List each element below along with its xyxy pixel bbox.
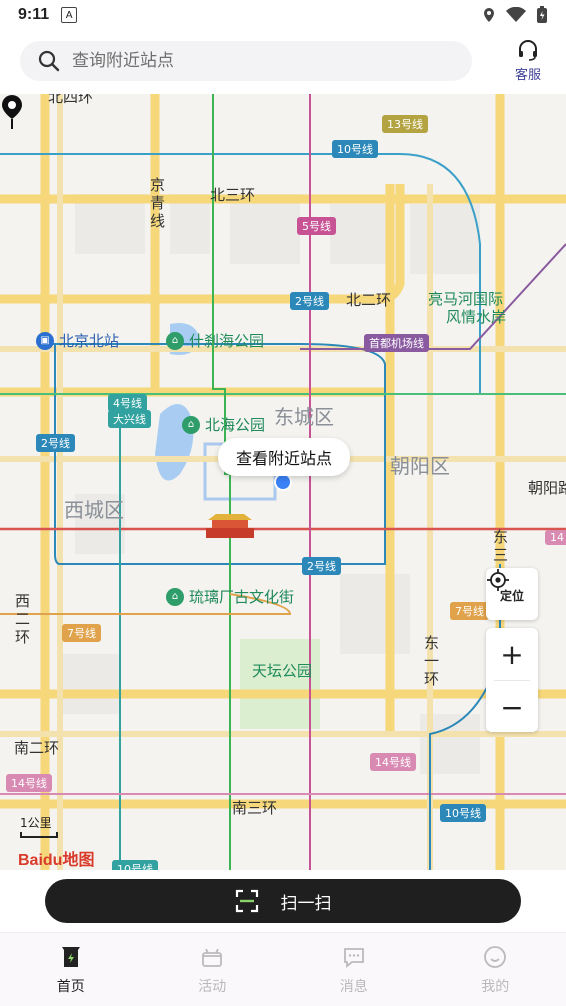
road-label: 北四环: [48, 94, 94, 106]
road-label: 南三环: [232, 799, 278, 817]
road-label: 环: [424, 670, 440, 688]
nav-label: 消息: [339, 978, 368, 995]
subway-badge: 7号线: [450, 602, 489, 620]
road-label: 朝阳路: [528, 479, 566, 497]
crosshair-icon: [487, 569, 509, 591]
district-label: 东城区: [274, 405, 334, 429]
battery-icon: [537, 6, 547, 23]
scan-button[interactable]: 扫一扫: [45, 879, 521, 923]
header: 客服: [0, 30, 566, 94]
baidu-logo: Baidu地图: [18, 852, 95, 869]
road-label: 北二环: [346, 291, 392, 309]
search-input[interactable]: [70, 50, 434, 72]
poi-label: 什刹海公园: [189, 332, 265, 350]
nav-item-home[interactable]: 首页: [0, 933, 142, 1006]
subway-badge: 13号线: [382, 115, 428, 133]
status-bar: 9:11 A: [0, 0, 566, 30]
customer-service-button[interactable]: 客服: [510, 38, 546, 83]
culture-icon: ⌂: [166, 587, 184, 606]
nav-label: 我的: [481, 978, 510, 995]
poi-beijing-north[interactable]: ▣ 北京北站: [36, 330, 119, 351]
nav-item-activity[interactable]: 活动: [142, 933, 284, 1006]
profile-icon: [484, 945, 507, 968]
poi-label: 天坛公园: [252, 662, 313, 680]
subway-badge: 14号线: [6, 774, 52, 792]
nearby-stations-tooltip[interactable]: 查看附近站点: [218, 438, 350, 476]
subway-badge: 大兴线: [108, 410, 151, 428]
subway-badge: 2号线: [36, 434, 75, 452]
map-pin-icon: [2, 95, 22, 129]
scan-label: 扫一扫: [280, 893, 332, 914]
train-station-icon: ▣: [36, 331, 54, 350]
map-scale: 1公里: [20, 814, 58, 838]
locate-button[interactable]: 定位: [486, 568, 538, 620]
wifi-icon: [506, 7, 526, 22]
nav-label: 活动: [198, 978, 227, 995]
bottom-nav: 首页 活动 消息 我的: [0, 932, 566, 1006]
subway-badge: 10号线: [112, 860, 158, 870]
message-icon: [343, 947, 364, 968]
poi-tiantan[interactable]: 天坛公园: [252, 660, 312, 681]
subway-badge: 5号线: [297, 217, 336, 235]
poi-label: 风情水岸: [446, 308, 507, 326]
park-icon: ⌂: [182, 415, 200, 434]
district-label: 朝阳区: [390, 454, 450, 478]
location-icon: [484, 8, 494, 22]
customer-service-label: 客服: [514, 68, 541, 83]
road-label: 三: [493, 546, 509, 564]
status-icons: [482, 6, 548, 24]
subway-badge: 14: [545, 530, 566, 545]
poi-label: 北海公园: [205, 416, 266, 434]
road-label: 南二环: [14, 739, 60, 757]
nav-label: 首页: [56, 978, 85, 995]
notification-icon: A: [61, 7, 78, 23]
search-box[interactable]: [20, 41, 472, 81]
subway-badge: 首都机场线: [364, 334, 429, 352]
map-view[interactable]: 东城区 西城区 朝阳区 北四环 北三环 北二环 南二环 南三环 朝阳路 京 青 …: [0, 94, 566, 870]
nav-item-messages[interactable]: 消息: [283, 933, 425, 1006]
subway-badge: 2号线: [302, 557, 341, 575]
subway-badge: 10号线: [440, 804, 486, 822]
poi-liangmahe-line2: 风情水岸: [446, 306, 506, 327]
park-icon: ⌂: [166, 331, 184, 350]
poi-liulichang[interactable]: ⌂ 琉璃厂古文化街: [166, 586, 294, 607]
poi-label: 北京北站: [59, 332, 120, 350]
district-label: 西城区: [64, 498, 124, 522]
subway-badge: 14号线: [370, 753, 416, 771]
subway-badge: 2号线: [290, 292, 329, 310]
subway-badge: 10号线: [332, 140, 378, 158]
poi-shichahai[interactable]: ⌂ 什刹海公园: [166, 330, 264, 351]
road-label: 线: [150, 212, 166, 230]
nav-item-profile[interactable]: 我的: [425, 933, 566, 1006]
headset-icon: [519, 40, 537, 61]
zoom-out-button[interactable]: −: [486, 681, 538, 733]
status-time: 9:11: [18, 6, 50, 23]
home-station-icon: [61, 946, 80, 967]
poi-beihai[interactable]: ⌂ 北海公园: [182, 414, 265, 435]
gift-icon: [202, 948, 223, 967]
subway-badge: 7号线: [62, 624, 101, 642]
zoom-in-button[interactable]: +: [486, 628, 538, 680]
scan-area: 扫一扫: [0, 870, 566, 932]
scale-bar: [20, 832, 58, 838]
search-icon: [38, 50, 60, 72]
poi-label: 琉璃厂古文化街: [189, 588, 295, 606]
road-label: 环: [15, 628, 31, 646]
road-label: 北三环: [210, 186, 256, 204]
scan-icon: [235, 889, 258, 913]
zoom-controls: + −: [486, 628, 538, 732]
scale-label: 1公里: [20, 816, 52, 830]
tiananmen-icon: [206, 514, 254, 538]
